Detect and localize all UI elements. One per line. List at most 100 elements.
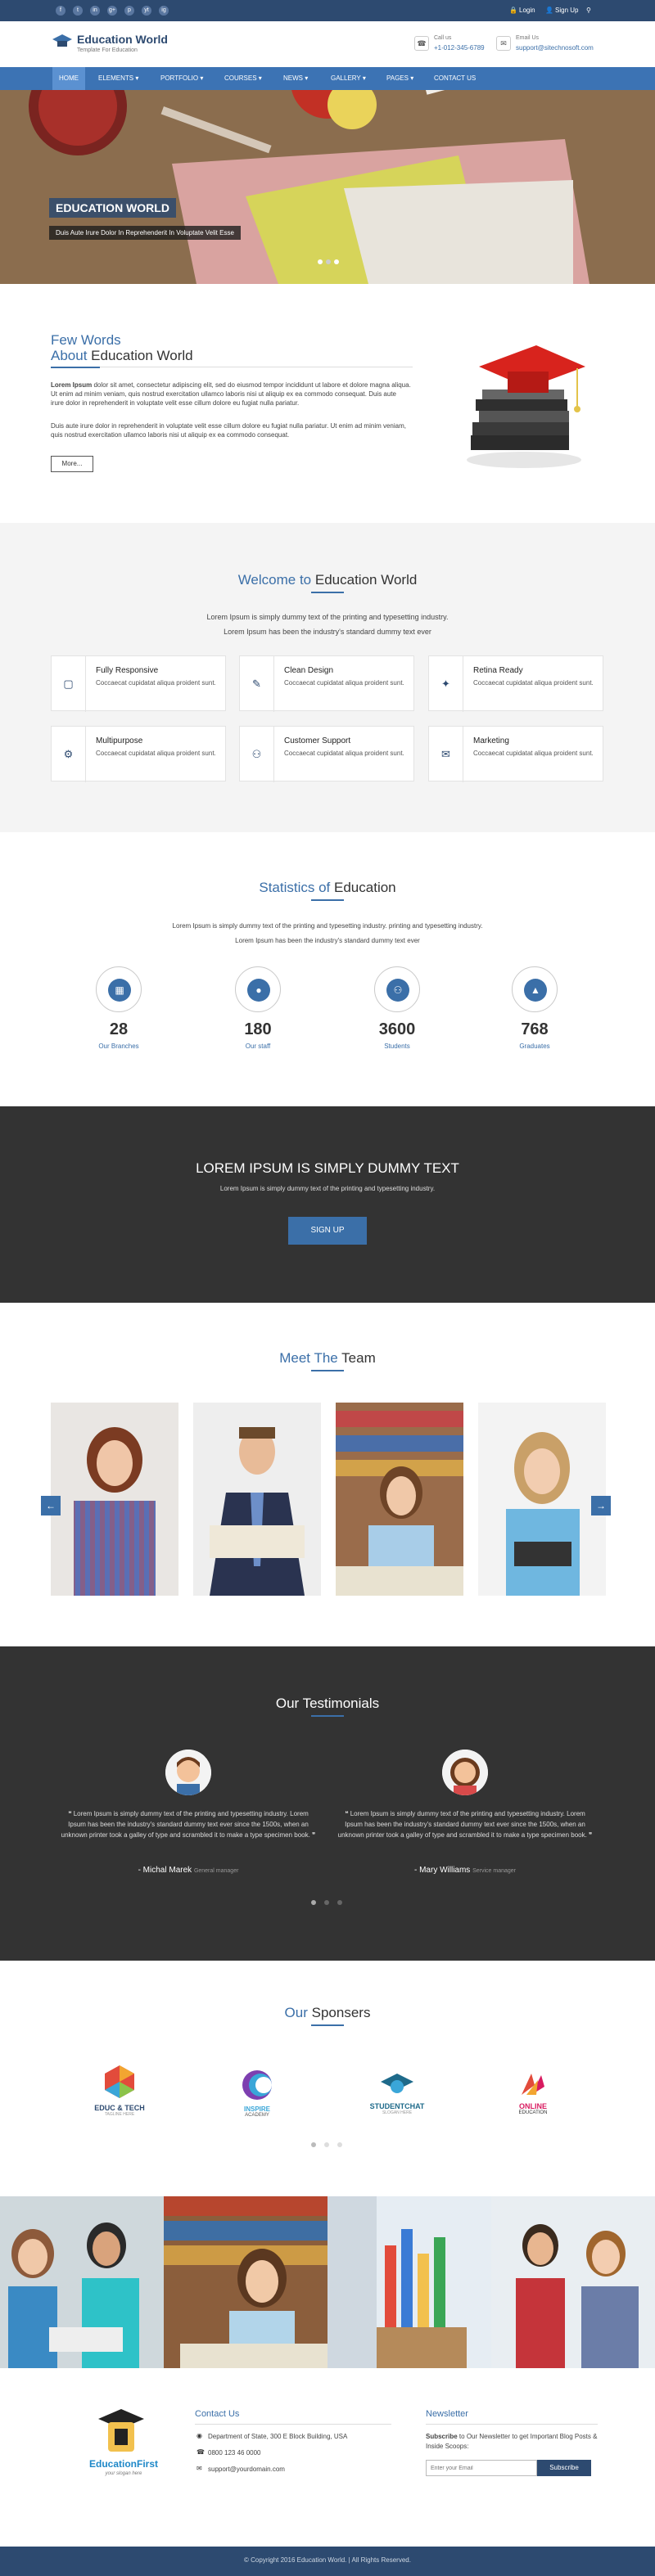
stats-paragraph-2: Lorem Ipsum has been the industry's stan… — [235, 937, 420, 944]
team-member-photo[interactable] — [193, 1403, 321, 1596]
feature-card[interactable]: ⚇ Customer Support Coccaecat cupidatat a… — [239, 726, 414, 782]
call-value[interactable]: +1-012-345-6789 — [434, 44, 485, 52]
team-prev-arrow[interactable]: ← — [41, 1496, 61, 1515]
feature-card[interactable]: ▢ Fully Responsive Coccaecat cupidatat a… — [51, 655, 226, 712]
more-button[interactable]: More... — [51, 456, 93, 472]
testimonial-name: - Michal Marek — [138, 1866, 192, 1875]
hero-subtitle: Duis Aute Irure Dolor In Reprehenderit I… — [49, 226, 241, 240]
testimonial-author: - Michal Marek General manager — [59, 1866, 318, 1875]
feature-desc: Coccaecat cupidatat aliqua proident sunt… — [473, 750, 594, 757]
nav-courses[interactable]: COURSES ▾ — [218, 67, 269, 90]
testimonial-slide-dot[interactable] — [324, 1900, 329, 1905]
newsletter-lead: Subscribe — [426, 2433, 458, 2440]
footer-logo-text[interactable]: EducationFirst — [79, 2458, 169, 2470]
stat-label: Students — [384, 1043, 410, 1050]
feature-card[interactable]: ✦ Retina Ready Coccaecat cupidatat aliqu… — [428, 655, 603, 712]
feature-card[interactable]: ⚙ Multipurpose Coccaecat cupidatat aliqu… — [51, 726, 226, 782]
testimonials-title: Our Testimonials — [275, 1696, 380, 1711]
contact-title: Contact Us — [195, 2409, 240, 2419]
nav-home[interactable]: HOME — [52, 67, 85, 90]
phone-icon: ☎ — [414, 36, 429, 51]
feature-title: Multipurpose — [96, 736, 143, 745]
sponsor-logo[interactable]: STUDENTCHAT SLOGAN HERE — [360, 2070, 434, 2123]
hero-slider: EDUCATION WORLD Duis Aute Irure Dolor In… — [0, 90, 655, 284]
hero-slide-dot[interactable] — [334, 259, 339, 264]
sponsor-logo[interactable]: INSPIRE ACADEMY — [224, 2069, 290, 2123]
stats-title: Statistics of Education — [0, 880, 655, 896]
stat-label: Graduates — [519, 1043, 550, 1050]
login-link[interactable]: Login — [519, 7, 535, 14]
stat-circle: ▦ — [96, 966, 142, 1012]
stat-number: 3600 — [378, 1020, 416, 1038]
envelope-icon: ✉ — [496, 36, 511, 51]
team-title: Meet The Team — [0, 1350, 655, 1367]
footer-logo-tagline: your slogan here — [105, 2471, 142, 2476]
youtube-icon[interactable]: yt — [142, 6, 151, 16]
about-title-line1: Few Words — [51, 332, 121, 348]
team-member-photo[interactable] — [51, 1403, 178, 1596]
sponsors-title-main: Sponsers — [311, 2005, 371, 2020]
gallery-photo[interactable] — [491, 2196, 655, 2368]
feature-card[interactable]: ✉ Marketing Coccaecat cupidatat aliqua p… — [428, 726, 603, 782]
hero-title: EDUCATION WORLD — [49, 198, 176, 218]
feature-card[interactable]: ✎ Clean Design Coccaecat cupidatat aliqu… — [239, 655, 414, 712]
search-icon[interactable]: ⚲ — [586, 7, 591, 14]
nav-pages[interactable]: PAGES ▾ — [380, 67, 420, 90]
signup-button[interactable]: SIGN UP — [288, 1217, 367, 1245]
nav-elements-label: ELEMENTS — [98, 74, 134, 82]
email-value[interactable]: support@sitechnosoft.com — [516, 44, 594, 52]
sponsor-slide-dot[interactable] — [324, 2142, 329, 2147]
sponsor-slide-dot[interactable] — [311, 2142, 316, 2147]
nav-contact-us[interactable]: CONTACT US — [427, 67, 482, 90]
stat-circle: ▲ — [512, 966, 558, 1012]
contact-email[interactable]: support@yourdomain.com — [208, 2466, 285, 2473]
brand-name[interactable]: Education World — [77, 33, 168, 46]
gallery-photo[interactable] — [0, 2196, 164, 2368]
pinterest-icon[interactable]: p — [124, 6, 134, 16]
google-plus-icon[interactable]: g+ — [107, 6, 117, 16]
avatar — [165, 1750, 211, 1795]
stat-item: ▲ 768 Graduates — [486, 966, 584, 1050]
stat-label: Our staff — [245, 1043, 271, 1050]
testimonial-slide-dot[interactable] — [311, 1900, 316, 1905]
feature-desc: Coccaecat cupidatat aliqua proident sunt… — [284, 750, 404, 757]
facebook-icon[interactable]: f — [56, 6, 66, 16]
signup-link[interactable]: Sign Up — [555, 7, 578, 14]
nav-news[interactable]: NEWS ▾ — [277, 67, 314, 90]
signup-icon: 👤 — [545, 7, 553, 14]
testimonial-slide-dot[interactable] — [337, 1900, 342, 1905]
welcome-title-main: Education World — [314, 572, 418, 588]
team-member-photo[interactable] — [478, 1403, 606, 1596]
gears-icon: ⚙ — [52, 727, 86, 782]
newsletter-email-input[interactable] — [426, 2460, 537, 2476]
welcome-section: Welcome to Education World Lorem Ipsum i… — [0, 523, 655, 832]
nav-gallery[interactable]: GALLERY ▾ — [324, 67, 373, 90]
sponsor-logo[interactable]: ONLINE EDUCATION — [496, 2070, 570, 2123]
sponsor-logo[interactable]: EDUC & TECH TAGLINE HERE — [87, 2064, 152, 2123]
subscribe-button[interactable]: Subscribe — [537, 2460, 591, 2476]
gallery-photo[interactable] — [328, 2196, 491, 2368]
newsletter-title: Newsletter — [426, 2409, 468, 2419]
testimonial-quote-text: Lorem Ipsum is simply dummy text of the … — [61, 1810, 310, 1839]
magic-wand-icon: ✦ — [429, 656, 463, 712]
contact-address: Department of State, 300 E Block Buildin… — [208, 2433, 348, 2440]
sponsor-slide-dot[interactable] — [337, 2142, 342, 2147]
logo-cap-icon[interactable] — [52, 33, 72, 49]
stat-item: ⚇ 3600 Students — [348, 966, 446, 1050]
team-next-arrow[interactable]: → — [591, 1496, 611, 1515]
hero-slide-dot[interactable] — [326, 259, 331, 264]
stats-paragraph-1: Lorem Ipsum is simply dummy text of the … — [172, 922, 483, 930]
gallery-photo[interactable] — [164, 2196, 328, 2368]
linkedin-icon[interactable]: in — [90, 6, 100, 16]
stats-title-main: Education — [334, 880, 396, 895]
twitter-icon[interactable]: t — [73, 6, 83, 16]
nav-elements[interactable]: ELEMENTS ▾ — [92, 67, 145, 90]
stat-number: 180 — [244, 1020, 272, 1038]
about-lead: Lorem Ipsum — [51, 381, 93, 389]
welcome-title: Welcome to Education World — [0, 572, 655, 588]
instagram-icon[interactable]: ig — [159, 6, 169, 16]
sponsor-sub: ACADEMY — [245, 2113, 269, 2118]
nav-portfolio[interactable]: PORTFOLIO ▾ — [154, 67, 210, 90]
hero-slide-dot[interactable] — [318, 259, 323, 264]
team-member-photo[interactable] — [336, 1403, 463, 1596]
